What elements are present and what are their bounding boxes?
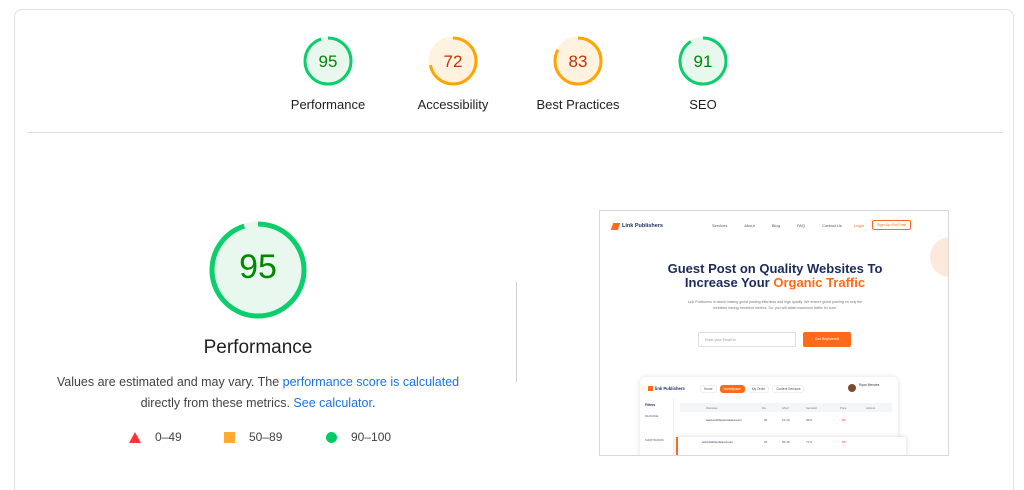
col-header: Actions <box>866 406 876 410</box>
filters-label: Filters <box>645 403 656 407</box>
dash-logo-icon <box>648 386 653 391</box>
nav-link: About <box>744 223 755 228</box>
row-site: www.fashionbrand.com <box>702 440 734 444</box>
col-header: Price <box>840 406 847 410</box>
table-row-highlighted: www.fashionbrand.com 34 55.3K 77% $8 <box>676 437 906 455</box>
legend-label: 90–100 <box>351 430 392 444</box>
gauge-accessibility[interactable]: 72 Accessibility <box>398 35 508 112</box>
row-price: $8 <box>842 418 846 422</box>
dash-tab-active: Marketplace <box>719 385 745 393</box>
dash-tab: My Order <box>747 385 770 393</box>
row-price: $8 <box>842 440 846 444</box>
dash-tab: Content Services <box>772 385 805 393</box>
hero-paragraph: Link Publishers is about making guest po… <box>687 300 863 310</box>
nav-link: Contact Us <box>822 223 842 228</box>
gauge-performance[interactable]: 95 Performance <box>273 35 383 112</box>
desc-text: Values are estimated and may vary. The <box>56 375 283 389</box>
user-name: Ryan Mendes <box>859 383 880 387</box>
signup-button: Sign Up For Free <box>872 220 912 230</box>
get-registered-button: Get Registered <box>803 332 851 347</box>
vertical-separator <box>516 282 517 382</box>
row-semrush: 77% <box>806 440 813 444</box>
email-input: Enter your Email Id <box>698 332 796 347</box>
gauge-label: SEO <box>689 97 717 112</box>
gauge-seo[interactable]: 91 SEO <box>648 35 758 112</box>
dash-sidebar: Filters DA RANGE SHOP TRAFFIC <box>640 399 674 455</box>
performance-big-score: 95 <box>239 248 277 286</box>
row-da: 35 <box>764 418 768 422</box>
gauge-score: 72 <box>443 52 463 71</box>
desc-text: . <box>371 396 376 410</box>
gauge-label: Best Practices <box>536 97 620 112</box>
col-header: Ahref <box>782 406 789 410</box>
avatar <box>848 384 856 392</box>
row-semrush: 35% <box>806 418 813 422</box>
gauge-score: 95 <box>318 52 338 71</box>
score-calculated-link[interactable]: performance score is calculated <box>283 375 459 389</box>
dashboard-preview: link Publishers Home Marketplace My Orde… <box>640 377 906 455</box>
login-link: Login <box>854 223 864 228</box>
col-header: DA <box>762 406 766 410</box>
brand-logo: Link Publishers <box>610 222 663 230</box>
traffic-label: SHOP TRAFFIC <box>645 439 664 442</box>
report-card: 95 Performance 72 Accessibility 83 Best … <box>14 9 1014 490</box>
score-gauges: 95 Performance 72 Accessibility 83 Best … <box>15 35 1015 135</box>
headline-plain: Increase Your <box>684 275 774 290</box>
nav-link: Blog <box>771 223 780 228</box>
legend-label: 50–89 <box>249 430 283 444</box>
dash-table-header: Websites DA Ahref Semrush Price Actions <box>680 403 892 412</box>
see-calculator-link[interactable]: See calculator <box>293 396 372 410</box>
performance-description: Values are estimated and may vary. The p… <box>48 372 468 414</box>
gauge-label: Accessibility <box>417 97 489 112</box>
performance-title: Performance <box>203 337 313 358</box>
nav-link: Services <box>712 223 728 228</box>
da-range-label: DA RANGE <box>645 415 659 418</box>
row-site: www.architecturalview.com <box>706 418 742 422</box>
headline-accent: Organic Traffic <box>773 275 866 290</box>
screenshot-navbar: Link Publishers Services About Blog FAQ … <box>600 211 948 241</box>
fail-triangle-icon <box>129 431 141 443</box>
legend-average: 50–89 <box>224 430 282 444</box>
score-legend: 0–49 50–89 90–100 <box>15 430 515 450</box>
dash-tabs: Home Marketplace My Order Content Servic… <box>700 385 807 393</box>
gauge-label: Performance <box>290 97 366 112</box>
row-ahref: 55.3K <box>782 440 790 444</box>
dash-logo: link Publishers <box>648 386 685 391</box>
gauge-score: 91 <box>693 52 713 71</box>
brand-logo-icon <box>610 222 621 230</box>
desc-text: directly from these metrics. <box>140 396 294 410</box>
screenshot-nav-links: Services About Blog FAQ Contact Us <box>712 223 858 228</box>
section-divider <box>27 132 1003 133</box>
hero-headline-1: Guest Post on Quality Websites To <box>667 261 883 276</box>
final-screenshot[interactable]: Link Publishers Services About Blog FAQ … <box>599 210 949 456</box>
hero-headline-2: Increase Your Organic Traffic <box>600 275 948 290</box>
col-header: Websites <box>706 406 718 410</box>
nav-link: FAQ <box>796 223 805 228</box>
legend-label: 0–49 <box>155 430 182 444</box>
col-header: Semrush <box>806 406 818 410</box>
table-row: www.architecturalview.com 35 61.3K 35% $… <box>680 415 892 429</box>
average-square-icon <box>224 431 235 443</box>
gauge-best-practices[interactable]: 83 Best Practices <box>523 35 633 112</box>
brand-name: Link Publishers <box>622 223 663 229</box>
row-ahref: 61.3K <box>782 418 790 422</box>
dash-brand: link Publishers <box>655 386 685 391</box>
dash-tab: Home <box>700 385 717 393</box>
legend-fail: 0–49 <box>129 430 182 444</box>
gauge-score: 83 <box>568 52 588 71</box>
legend-pass: 90–100 <box>326 430 391 444</box>
pass-circle-icon <box>326 431 337 443</box>
row-da: 34 <box>764 440 768 444</box>
